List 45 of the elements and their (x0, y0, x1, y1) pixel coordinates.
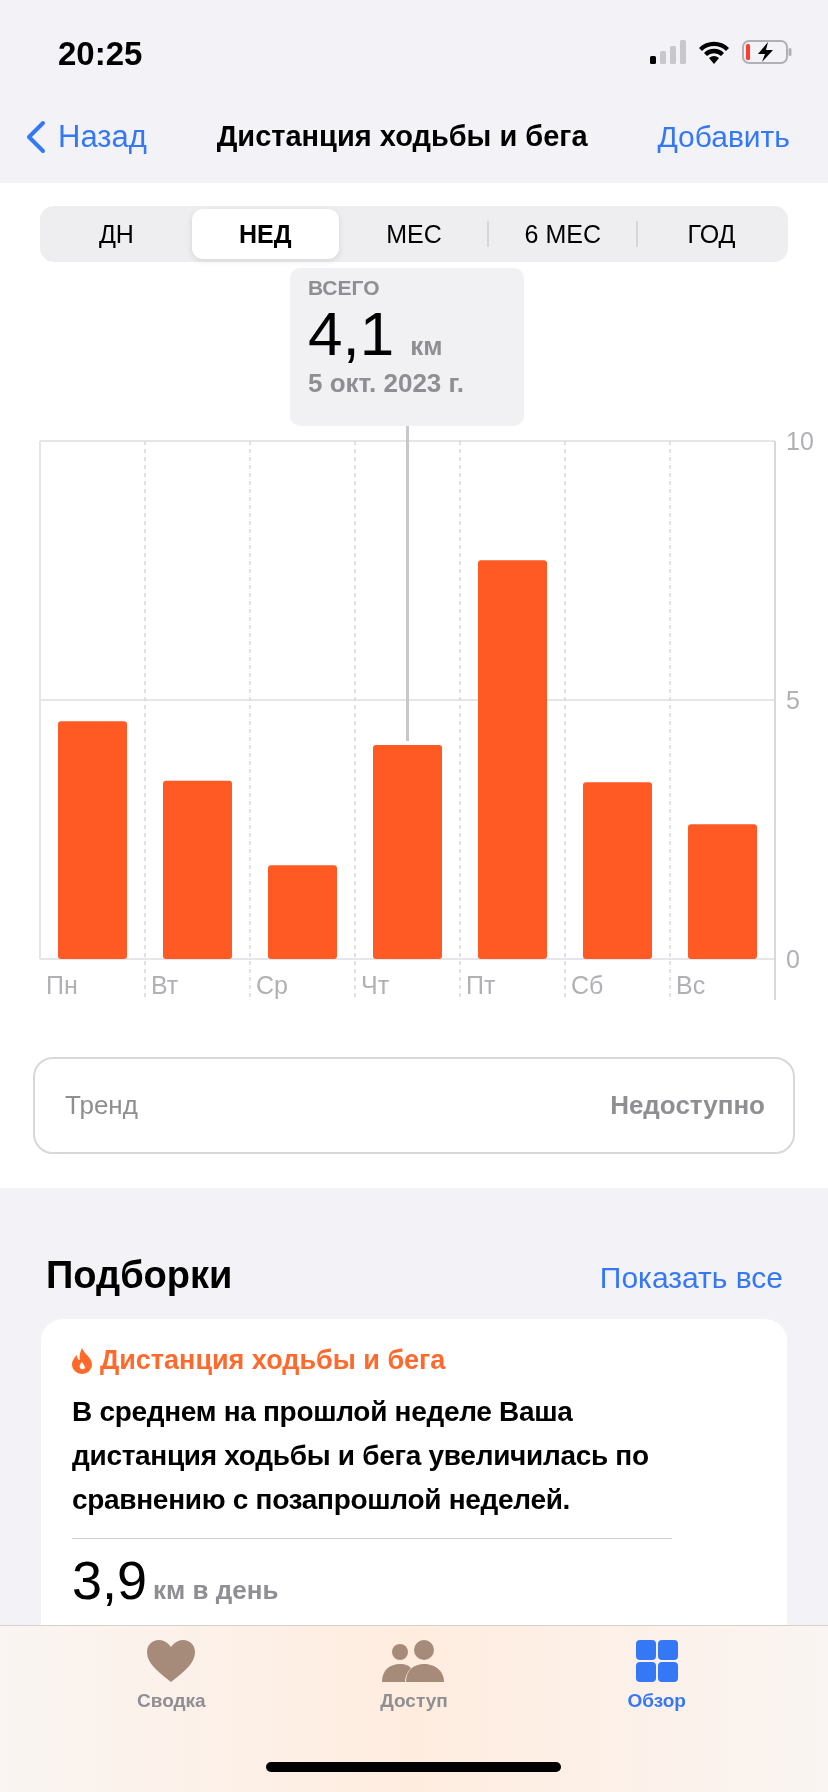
trend-row[interactable]: Тренд Недоступно (33, 1057, 795, 1154)
card-value: 3,9 (72, 1553, 148, 1607)
axis-tick-label: 5 (786, 686, 800, 714)
trend-value: Недоступно (610, 1090, 765, 1121)
tooltip-date: 5 окт. 2023 г. (308, 368, 464, 400)
trend-label: Тренд (65, 1090, 138, 1121)
section-title: Подборки (46, 1254, 233, 1297)
period-tab[interactable]: ДН (43, 209, 190, 259)
heart-icon (147, 1640, 196, 1682)
day-label: Сб (571, 971, 604, 999)
add-button[interactable]: Добавить (657, 119, 790, 154)
day-label: Вт (151, 971, 179, 999)
period-tab[interactable]: ГОД (638, 209, 785, 259)
wifi-icon (698, 40, 730, 64)
day-label: Ср (256, 971, 288, 999)
card-text: В среднем на прошлой неделе Ваша дистанция ходьбы и бега увеличилась по сравнению с позапрошлой неделей. (72, 1390, 672, 1539)
people-icon (382, 1640, 446, 1682)
flame-icon (72, 1347, 92, 1374)
period-tab[interactable]: 6 МЕС (489, 209, 637, 259)
day-label: Чт (361, 971, 390, 999)
status-time: 20:25 (58, 34, 143, 73)
tooltip-label: ВСЕГО (308, 276, 380, 300)
tab-bar-item[interactable]: Обзор (581, 1640, 732, 1792)
show-all-link[interactable]: Показать все (599, 1261, 783, 1295)
axis-tick-label: 0 (786, 945, 800, 973)
tooltip-value: 4,1 (308, 300, 395, 369)
day-label: Пт (466, 971, 496, 999)
back-label[interactable]: Назад (58, 118, 147, 155)
axis-tick-label: 10 (786, 427, 814, 455)
tab-bar-item[interactable]: Доступ (339, 1640, 489, 1792)
grid-icon (635, 1640, 678, 1682)
card-category: Дистанция ходьбы и бега (100, 1345, 446, 1376)
highlight-card[interactable]: Дистанция ходьбы и бега В среднем на прошлой неделе Ваша дистанция ходьбы и бега увеличилась по сравнению с позапрошлой неделей. 3,9 км в день (41, 1319, 787, 1625)
screen-title: Дистанция ходьбы и бега (216, 120, 588, 153)
period-tab[interactable]: НЕД (191, 209, 339, 259)
battery-icon (742, 40, 792, 64)
day-label: Вс (676, 971, 706, 999)
period-tab[interactable]: МЕС (340, 209, 488, 259)
chevron-left-icon (24, 119, 46, 154)
tooltip-unit: км (410, 331, 443, 362)
back-button[interactable]: Назад (24, 118, 147, 155)
card-unit: км в день (153, 1575, 279, 1606)
tab-bar-item[interactable]: Сводка (96, 1640, 247, 1792)
day-label: Пн (46, 971, 78, 999)
signal-icon (650, 40, 686, 64)
